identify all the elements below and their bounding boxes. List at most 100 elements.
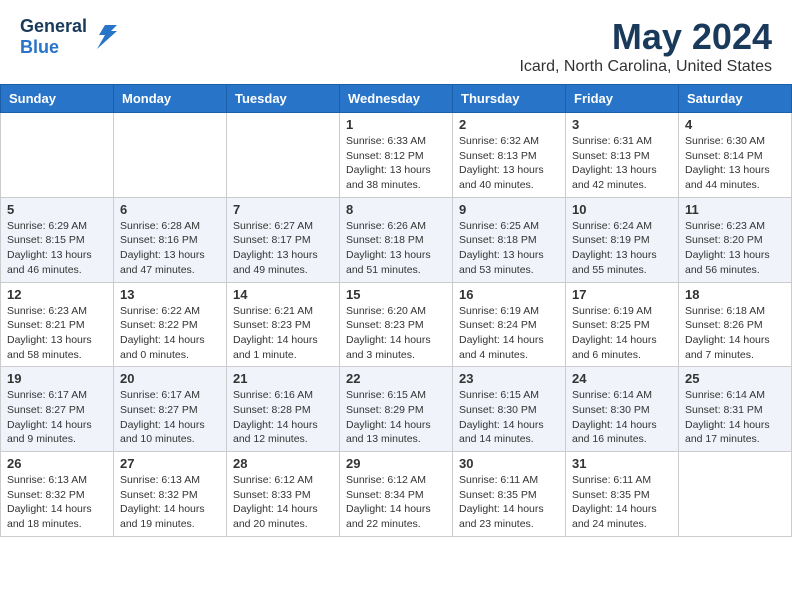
- weekday-header-tuesday: Tuesday: [227, 85, 340, 113]
- day-number: 12: [7, 287, 107, 302]
- calendar-week-row: 26 Sunrise: 6:13 AMSunset: 8:32 PMDayligh…: [1, 452, 792, 537]
- calendar-cell: 29 Sunrise: 6:12 AMSunset: 8:34 PMDayligh…: [340, 452, 453, 537]
- calendar-cell: 8 Sunrise: 6:26 AMSunset: 8:18 PMDaylight…: [340, 197, 453, 282]
- weekday-header-thursday: Thursday: [453, 85, 566, 113]
- day-info: Sunrise: 6:26 AMSunset: 8:18 PMDaylight:…: [346, 219, 446, 278]
- day-number: 30: [459, 456, 559, 471]
- title-section: May 2024 Icard, North Carolina, United S…: [519, 16, 772, 76]
- calendar-cell: 5Sunrise: 6:29 AMSunset: 8:15 PMDaylight…: [1, 197, 114, 282]
- day-number: 8: [346, 202, 446, 217]
- day-number: 3: [572, 117, 672, 132]
- subtitle: Icard, North Carolina, United States: [519, 58, 772, 76]
- day-number: 7: [233, 202, 333, 217]
- logo-blue-text: Blue: [20, 37, 87, 58]
- calendar-cell: 18 Sunrise: 6:18 AMSunset: 8:26 PMDayligh…: [679, 282, 792, 367]
- main-title: May 2024: [519, 16, 772, 58]
- day-info: Sunrise: 6:13 AMSunset: 8:32 PMDaylight:…: [120, 473, 220, 532]
- calendar-week-row: 1Sunrise: 6:33 AMSunset: 8:12 PMDaylight…: [1, 113, 792, 198]
- calendar-cell: 25Sunrise: 6:14 AMSunset: 8:31 PMDayligh…: [679, 367, 792, 452]
- day-number: 26: [7, 456, 107, 471]
- logo: General Blue: [20, 16, 121, 58]
- day-info: Sunrise: 6:11 AMSunset: 8:35 PMDaylight:…: [572, 473, 672, 532]
- calendar-week-row: 12Sunrise: 6:23 AMSunset: 8:21 PMDayligh…: [1, 282, 792, 367]
- day-info: Sunrise: 6:19 AMSunset: 8:25 PMDaylight:…: [572, 304, 672, 363]
- calendar-week-row: 5Sunrise: 6:29 AMSunset: 8:15 PMDaylight…: [1, 197, 792, 282]
- calendar-week-row: 19 Sunrise: 6:17 AMSunset: 8:27 PMDayligh…: [1, 367, 792, 452]
- day-info: Sunrise: 6:15 AMSunset: 8:30 PMDaylight:…: [459, 388, 559, 447]
- weekday-header-sunday: Sunday: [1, 85, 114, 113]
- day-number: 28: [233, 456, 333, 471]
- calendar-cell: 1Sunrise: 6:33 AMSunset: 8:12 PMDaylight…: [340, 113, 453, 198]
- day-info: Sunrise: 6:30 AMSunset: 8:14 PMDaylight:…: [685, 134, 785, 193]
- day-info: Sunrise: 6:17 AMSunset: 8:27 PMDaylight:…: [120, 388, 220, 447]
- day-info: Sunrise: 6:18 AMSunset: 8:26 PMDaylight:…: [685, 304, 785, 363]
- day-info: Sunrise: 6:33 AMSunset: 8:12 PMDaylight:…: [346, 134, 446, 193]
- day-number: 4: [685, 117, 785, 132]
- day-info: Sunrise: 6:21 AMSunset: 8:23 PMDaylight:…: [233, 304, 333, 363]
- day-info: Sunrise: 6:19 AMSunset: 8:24 PMDaylight:…: [459, 304, 559, 363]
- calendar-cell: 15Sunrise: 6:20 AMSunset: 8:23 PMDayligh…: [340, 282, 453, 367]
- calendar-cell: 22 Sunrise: 6:15 AMSunset: 8:29 PMDayligh…: [340, 367, 453, 452]
- day-info: Sunrise: 6:31 AMSunset: 8:13 PMDaylight:…: [572, 134, 672, 193]
- day-number: 24: [572, 371, 672, 386]
- day-number: 6: [120, 202, 220, 217]
- day-info: Sunrise: 6:12 AMSunset: 8:33 PMDaylight:…: [233, 473, 333, 532]
- day-number: 17: [572, 287, 672, 302]
- day-info: Sunrise: 6:15 AMSunset: 8:29 PMDaylight:…: [346, 388, 446, 447]
- calendar-cell: 27Sunrise: 6:13 AMSunset: 8:32 PMDayligh…: [114, 452, 227, 537]
- day-info: Sunrise: 6:11 AMSunset: 8:35 PMDaylight:…: [459, 473, 559, 532]
- day-info: Sunrise: 6:12 AMSunset: 8:34 PMDaylight:…: [346, 473, 446, 532]
- calendar-cell: 11 Sunrise: 6:23 AMSunset: 8:20 PMDayligh…: [679, 197, 792, 282]
- day-number: 11: [685, 202, 785, 217]
- calendar-cell: 10 Sunrise: 6:24 AMSunset: 8:19 PMDayligh…: [566, 197, 679, 282]
- calendar-cell: 19 Sunrise: 6:17 AMSunset: 8:27 PMDayligh…: [1, 367, 114, 452]
- calendar-cell: 30 Sunrise: 6:11 AMSunset: 8:35 PMDayligh…: [453, 452, 566, 537]
- weekday-header-row: SundayMondayTuesdayWednesdayThursdayFrid…: [1, 85, 792, 113]
- weekday-header-monday: Monday: [114, 85, 227, 113]
- day-info: Sunrise: 6:20 AMSunset: 8:23 PMDaylight:…: [346, 304, 446, 363]
- day-info: Sunrise: 6:23 AMSunset: 8:20 PMDaylight:…: [685, 219, 785, 278]
- calendar-cell: 6 Sunrise: 6:28 AMSunset: 8:16 PMDaylight…: [114, 197, 227, 282]
- logo-general-text: General: [20, 16, 87, 37]
- day-info: Sunrise: 6:24 AMSunset: 8:19 PMDaylight:…: [572, 219, 672, 278]
- day-number: 10: [572, 202, 672, 217]
- calendar-cell: 2 Sunrise: 6:32 AMSunset: 8:13 PMDaylight…: [453, 113, 566, 198]
- calendar-cell: 4 Sunrise: 6:30 AMSunset: 8:14 PMDaylight…: [679, 113, 792, 198]
- day-info: Sunrise: 6:27 AMSunset: 8:17 PMDaylight:…: [233, 219, 333, 278]
- calendar-table: SundayMondayTuesdayWednesdayThursdayFrid…: [0, 84, 792, 537]
- day-info: Sunrise: 6:25 AMSunset: 8:18 PMDaylight:…: [459, 219, 559, 278]
- day-number: 14: [233, 287, 333, 302]
- weekday-header-friday: Friday: [566, 85, 679, 113]
- day-info: Sunrise: 6:22 AMSunset: 8:22 PMDaylight:…: [120, 304, 220, 363]
- day-info: Sunrise: 6:28 AMSunset: 8:16 PMDaylight:…: [120, 219, 220, 278]
- day-number: 18: [685, 287, 785, 302]
- day-info: Sunrise: 6:17 AMSunset: 8:27 PMDaylight:…: [7, 388, 107, 447]
- day-number: 31: [572, 456, 672, 471]
- weekday-header-wednesday: Wednesday: [340, 85, 453, 113]
- page-header: General Blue May 2024 Icard, North Carol…: [0, 0, 792, 84]
- calendar-cell: 24 Sunrise: 6:14 AMSunset: 8:30 PMDayligh…: [566, 367, 679, 452]
- day-number: 16: [459, 287, 559, 302]
- calendar-cell: 23 Sunrise: 6:15 AMSunset: 8:30 PMDayligh…: [453, 367, 566, 452]
- calendar-cell: 14 Sunrise: 6:21 AMSunset: 8:23 PMDayligh…: [227, 282, 340, 367]
- day-number: 21: [233, 371, 333, 386]
- calendar-cell: [679, 452, 792, 537]
- day-info: Sunrise: 6:32 AMSunset: 8:13 PMDaylight:…: [459, 134, 559, 193]
- day-number: 19: [7, 371, 107, 386]
- day-number: 23: [459, 371, 559, 386]
- day-number: 2: [459, 117, 559, 132]
- calendar-cell: 3 Sunrise: 6:31 AMSunset: 8:13 PMDaylight…: [566, 113, 679, 198]
- calendar-cell: 28 Sunrise: 6:12 AMSunset: 8:33 PMDayligh…: [227, 452, 340, 537]
- day-info: Sunrise: 6:29 AMSunset: 8:15 PMDaylight:…: [7, 219, 107, 278]
- calendar-cell: 21Sunrise: 6:16 AMSunset: 8:28 PMDayligh…: [227, 367, 340, 452]
- day-info: Sunrise: 6:14 AMSunset: 8:31 PMDaylight:…: [685, 388, 785, 447]
- day-number: 9: [459, 202, 559, 217]
- calendar-cell: 26Sunrise: 6:13 AMSunset: 8:32 PMDayligh…: [1, 452, 114, 537]
- logo-icon: [89, 21, 121, 53]
- calendar-cell: [114, 113, 227, 198]
- weekday-header-saturday: Saturday: [679, 85, 792, 113]
- day-number: 22: [346, 371, 446, 386]
- day-info: Sunrise: 6:14 AMSunset: 8:30 PMDaylight:…: [572, 388, 672, 447]
- calendar-cell: 12Sunrise: 6:23 AMSunset: 8:21 PMDayligh…: [1, 282, 114, 367]
- day-number: 29: [346, 456, 446, 471]
